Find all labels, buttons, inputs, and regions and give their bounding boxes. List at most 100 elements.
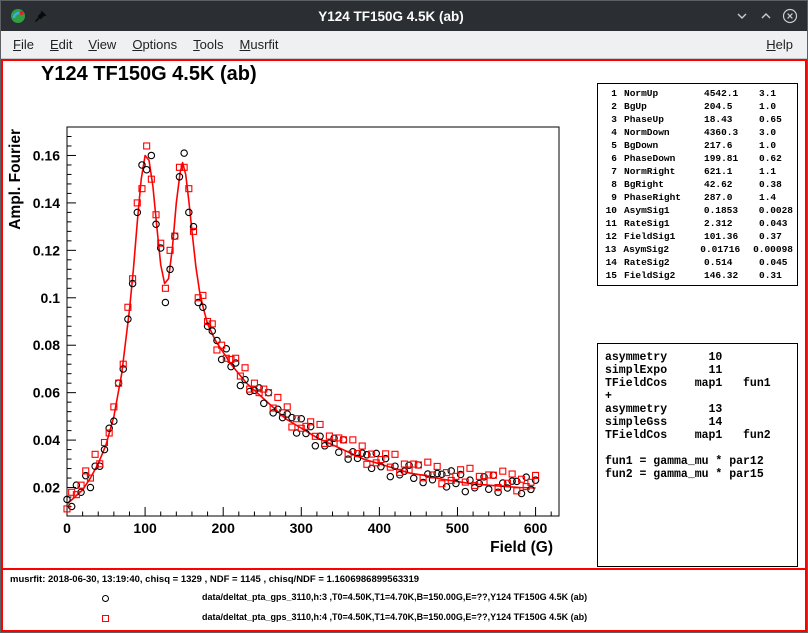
svg-text:300: 300 [290,520,314,536]
param-idx: 1 [602,87,617,100]
theory-line: fun1 = gamma_mu * par12 [605,455,790,468]
pin-icon[interactable] [32,8,49,25]
menu-items: FileEditViewOptionsToolsMusrfit [5,33,287,56]
svg-text:400: 400 [368,520,392,536]
param-value: 146.32 [704,269,759,282]
param-error: 3.0 [759,126,793,139]
param-value: 101.36 [704,230,759,243]
param-name: PhaseUp [624,113,704,126]
legend-row: data/deltat_pta_gps_3110,h:3 ,T0=4.50K,T… [3,592,805,606]
param-idx: 4 [602,126,617,139]
fit-curve [67,156,536,505]
legend-row: data/deltat_pta_gps_3110,h:4 ,T0=4.50K,T… [3,612,805,626]
svg-text:Field (G): Field (G) [490,539,553,556]
theory-line: asymmetry 10 [605,351,790,364]
param-error: 1.4 [759,191,793,204]
svg-text:600: 600 [524,520,548,536]
param-name: NormUp [624,87,704,100]
param-row: 5BgDown217.61.0 [602,139,793,152]
theory-line: simplExpo 11 [605,364,790,377]
svg-text:0.1: 0.1 [41,290,61,306]
param-value: 0.514 [704,256,759,269]
param-idx: 7 [602,165,617,178]
svg-text:0.06: 0.06 [33,385,60,401]
param-error: 0.65 [759,113,793,126]
menu-item-view[interactable]: View [80,33,124,56]
menu-item-edit[interactable]: Edit [42,33,80,56]
theory-line [605,442,790,455]
param-name: RateSig2 [624,256,704,269]
svg-text:0.12: 0.12 [33,242,60,258]
menubar: FileEditViewOptionsToolsMusrfit Help [1,31,807,59]
circle-marker-icon [102,595,109,602]
svg-text:Ampl. Fourier: Ampl. Fourier [7,129,24,230]
svg-text:0.04: 0.04 [33,432,60,448]
param-idx: 11 [602,217,617,230]
plot-pad[interactable]: Y124 TF150G 4.5K (ab) 010020030040050060… [3,61,805,568]
param-row: 12FieldSig1101.360.37 [602,230,793,243]
param-idx: 5 [602,139,617,152]
square-marker-icon [102,615,109,622]
param-name: AsymSig2 [623,243,700,256]
param-name: PhaseRight [624,191,704,204]
menu-item-file[interactable]: File [5,33,42,56]
theory-line: + [605,390,790,403]
param-error: 1.0 [759,139,793,152]
param-value: 0.1853 [704,204,759,217]
param-row: 9PhaseRight287.01.4 [602,191,793,204]
theory-line: simpleGss 14 [605,416,790,429]
param-name: RateSig1 [624,217,704,230]
theory-line: TFieldCos map1 fun1 [605,377,790,390]
param-value: 2.312 [704,217,759,230]
param-error: 0.31 [759,269,793,282]
parameter-box[interactable]: 1NormUp4542.13.12BgUp204.51.03PhaseUp18.… [597,83,798,286]
minimize-button[interactable] [733,7,751,25]
svg-text:0.08: 0.08 [33,337,60,353]
menu-item-options[interactable]: Options [124,33,185,56]
param-idx: 10 [602,204,617,217]
param-error: 3.1 [759,87,793,100]
menu-item-help[interactable]: Help [756,33,803,56]
param-name: NormRight [624,165,704,178]
param-value: 621.1 [704,165,759,178]
svg-text:100: 100 [133,520,157,536]
legend-label: data/deltat_pta_gps_3110,h:4 ,T0=4.50K,T… [202,612,587,622]
param-value: 199.81 [704,152,759,165]
param-row: 13AsymSig20.017160.00098 [602,243,793,256]
param-idx: 6 [602,152,617,165]
y-axis: 0.020.040.060.080.10.120.140.16Ampl. Fou… [7,127,76,516]
app-icon[interactable] [9,8,26,25]
menu-item-tools[interactable]: Tools [185,33,231,56]
param-value: 4360.3 [704,126,759,139]
param-error: 0.043 [759,217,793,230]
theory-box[interactable]: asymmetry 10simplExpo 11TFieldCos map1 f… [597,343,798,567]
param-name: FieldSig1 [624,230,704,243]
param-row: 10AsymSig10.18530.0028 [602,204,793,217]
param-value: 4542.1 [704,87,759,100]
param-name: BgUp [624,100,704,113]
menu-item-musrfit[interactable]: Musrfit [232,33,287,56]
param-name: FieldSig2 [624,269,704,282]
info-pad: musrfit: 2018-06-30, 13:19:40, chisq = 1… [3,568,805,630]
fourier-plot[interactable]: 0100200300400500600Field (G)0.020.040.06… [3,87,583,567]
maximize-button[interactable] [757,7,775,25]
param-name: AsymSig1 [624,204,704,217]
data-series-1 [64,150,539,510]
param-value: 18.43 [704,113,759,126]
param-idx: 12 [602,230,617,243]
param-value: 204.5 [704,100,759,113]
param-name: BgRight [624,178,704,191]
param-error: 0.00098 [753,243,793,256]
svg-text:0.16: 0.16 [33,147,60,163]
param-value: 42.62 [704,178,759,191]
param-row: 7NormRight621.11.1 [602,165,793,178]
chevron-up-icon [759,9,773,23]
x-axis: 0100200300400500600Field (G) [63,507,553,556]
param-name: NormDown [624,126,704,139]
close-icon [782,8,798,24]
theory-line: TFieldCos map1 fun2 [605,429,790,442]
close-button[interactable] [781,7,799,25]
param-error: 1.0 [759,100,793,113]
param-row: 4 NormDown4360.33.0 [602,126,793,139]
param-row: 11 RateSig12.3120.043 [602,217,793,230]
